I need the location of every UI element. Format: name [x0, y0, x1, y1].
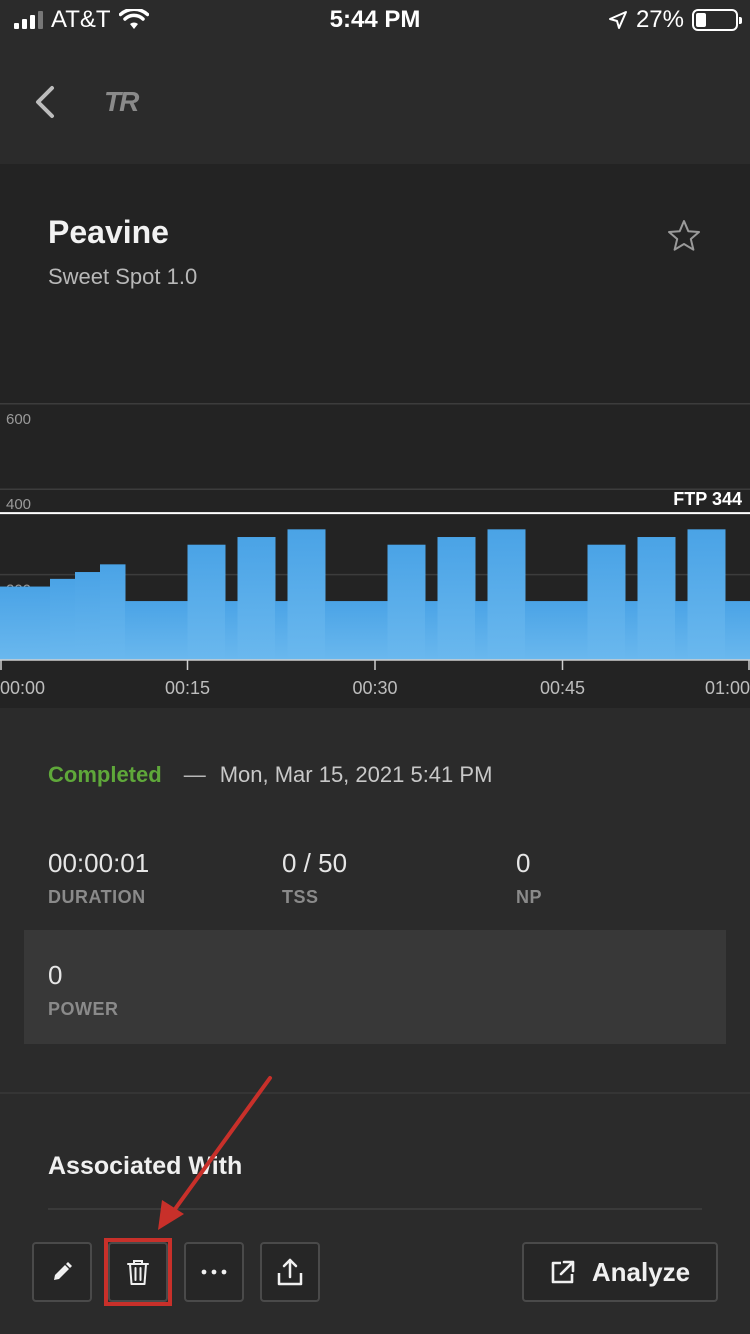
chevron-left-icon[interactable]: [30, 82, 60, 122]
interval-bar: [287, 529, 326, 660]
workout-chart: 600400200 FTP 34400:0000:1500:3000:4501:…: [0, 403, 750, 698]
metric-label: TSS: [282, 887, 319, 907]
metric-value: 00:00:01: [48, 848, 150, 878]
completion-status: Completed — Mon, Mar 15, 2021 5:41 PM: [48, 762, 492, 788]
associated-with-heading: Associated With: [48, 1152, 243, 1180]
interval-bar: [525, 601, 588, 660]
y-tick-label: 600: [6, 411, 31, 428]
workout-title: Peavine: [48, 214, 169, 250]
interval-bar: [50, 578, 76, 660]
x-tick-label: 01:00: [705, 678, 750, 698]
interval-bar: [625, 601, 638, 660]
interval-bar: [387, 544, 426, 660]
tr-logo: TR: [104, 86, 139, 117]
analyze-label: Analyze: [591, 1256, 691, 1287]
more-options-button[interactable]: [184, 1242, 244, 1302]
interval-bar: [637, 537, 676, 660]
star-outline-icon[interactable]: [666, 218, 702, 254]
status-bar: AT&T 5:44 PM 27%: [0, 0, 750, 40]
interval-bar: [425, 601, 438, 660]
interval-bar: [275, 601, 288, 660]
interval-bar: [125, 601, 188, 660]
metric-duration: 00:00:01 DURATION: [48, 848, 149, 908]
x-tick-label: 00:45: [540, 678, 585, 698]
interval-bar: [475, 601, 488, 660]
workout-subtitle: Sweet Spot 1.0: [48, 264, 198, 289]
x-tick-label: 00:30: [352, 678, 397, 698]
share-icon: [277, 1258, 303, 1286]
interval-bar: [187, 544, 226, 660]
battery-percent: 27%: [635, 6, 684, 33]
section-divider: [0, 1092, 750, 1094]
y-tick-label: 400: [6, 496, 31, 513]
interval-bar: [100, 564, 126, 660]
metric-value: 0: [48, 960, 63, 990]
annotation-highlight-box: [104, 1238, 172, 1306]
metric-label: POWER: [48, 999, 119, 1019]
interval-bar: [675, 601, 688, 660]
completion-date: Mon, Mar 15, 2021 5:41 PM: [219, 762, 493, 787]
interval-bar: [487, 529, 526, 660]
external-link-icon: [551, 1260, 575, 1284]
share-button[interactable]: [260, 1242, 320, 1302]
pencil-icon: [54, 1262, 72, 1280]
metric-value: 0: [516, 848, 531, 878]
interval-bar: [587, 544, 626, 660]
metric-label: NP: [516, 887, 543, 907]
x-tick-label: 00:00: [0, 678, 45, 698]
battery-icon: [692, 9, 742, 31]
edit-button[interactable]: [32, 1242, 92, 1302]
status-separator: —: [183, 762, 206, 787]
metric-label: DURATION: [48, 887, 146, 907]
status-completed-label: Completed: [48, 762, 162, 787]
x-tick-label: 00:15: [165, 678, 210, 698]
ftp-label: FTP 344: [673, 489, 742, 509]
power-card: 0 POWER: [24, 930, 726, 1044]
interval-bar: [225, 601, 238, 660]
interval-bar: [437, 537, 476, 660]
metric-value: 0 / 50: [282, 848, 348, 878]
workout-panel: Peavine Sweet Spot 1.0 600400200 FTP 344…: [0, 164, 750, 708]
interval-bar: [75, 572, 101, 660]
interval-bar: [237, 537, 276, 660]
analyze-button[interactable]: Analyze: [522, 1242, 718, 1302]
nav-header: TR: [0, 40, 750, 164]
location-icon: [608, 11, 627, 29]
metric-tss: 0 / 50 TSS: [282, 848, 347, 908]
more-horizontal-icon: [201, 1269, 227, 1275]
interval-bar: [325, 601, 388, 660]
interval-bar: [687, 529, 726, 660]
metric-np: 0 NP: [516, 848, 542, 908]
metric-power: 0 POWER: [48, 960, 119, 1020]
interval-bar: [725, 601, 750, 660]
list-divider: [48, 1208, 702, 1210]
interval-bar: [0, 586, 51, 660]
